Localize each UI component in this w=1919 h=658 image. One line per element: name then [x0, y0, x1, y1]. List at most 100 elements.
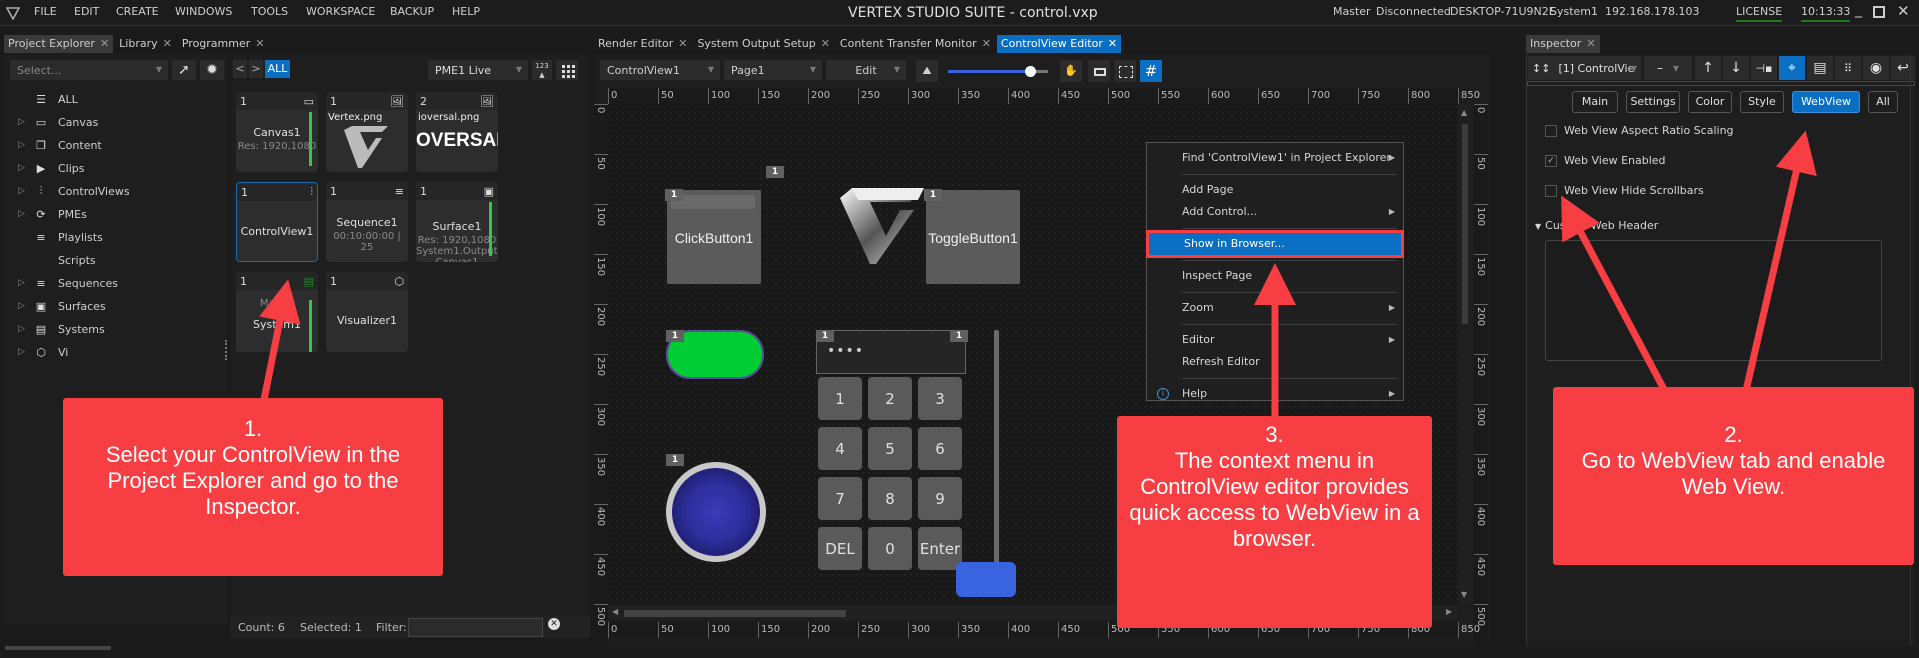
expand-arrow-icon[interactable]: ▷	[18, 301, 32, 311]
context-menu-item[interactable]: Zoom ▶	[1147, 297, 1403, 319]
checkbox[interactable]: ✓	[1545, 154, 1557, 167]
menu-backup[interactable]: BACKUP	[390, 5, 434, 18]
explorer-card[interactable]: 1 🖼 Vertex.png	[326, 92, 408, 172]
explorer-card[interactable]: 1 ▣ Surface1 Res: 1920,1080 System1.Output1…	[416, 182, 498, 262]
close-icon[interactable]: ✕	[982, 37, 991, 50]
close-icon[interactable]: ✕	[1108, 37, 1117, 50]
fit-width-button[interactable]	[1088, 60, 1110, 82]
return-button[interactable]: ↩	[1891, 56, 1915, 80]
tree-item-all[interactable]: ☰ ALL	[18, 89, 78, 109]
tree-item-content[interactable]: ▷ ❐ Content	[18, 135, 102, 155]
tab-controlview-editor[interactable]: ControlView Editor ✕	[996, 35, 1122, 53]
zoom-slider[interactable]	[948, 66, 1048, 77]
page-select[interactable]: Page1 ▼	[724, 60, 822, 80]
tree-item-systems[interactable]: ▷ ▤ Systems	[18, 319, 105, 339]
keypad-key[interactable]: 1	[818, 377, 862, 420]
target-button[interactable]: ⌖	[1779, 56, 1805, 80]
expand-arrow-icon[interactable]: ▷	[18, 209, 32, 219]
context-menu-item[interactable]: Add Page	[1147, 179, 1403, 201]
license-button[interactable]: LICENSE	[1736, 5, 1783, 22]
expand-arrow-icon[interactable]: ▷	[18, 186, 32, 196]
tree-item-playlists[interactable]: ≡ Playlists	[18, 227, 102, 247]
close-window-button[interactable]: ✕	[1897, 2, 1910, 20]
keypad-key[interactable]: 3	[918, 377, 962, 420]
keypad-key[interactable]: 6	[918, 427, 962, 470]
left-h-scrollbar[interactable]	[5, 646, 111, 650]
expand-arrow-icon[interactable]: ▷	[18, 163, 32, 173]
keypad-key[interactable]: 8	[868, 477, 912, 520]
close-icon[interactable]: ✕	[1586, 37, 1595, 50]
pointer-tool-button[interactable]: ➚	[172, 60, 196, 80]
inspector-object-select[interactable]: ↕↕ [1] ControlVie ▼	[1528, 56, 1641, 80]
menu-help[interactable]: HELP	[452, 5, 480, 18]
scroll-left-icon[interactable]: ◀	[612, 607, 618, 616]
scroll-down-icon[interactable]: ▼	[1461, 590, 1467, 599]
scroll-right-icon[interactable]: ▶	[1446, 607, 1452, 616]
password-field-control[interactable]: ••••	[816, 330, 966, 374]
grid-toggle-button[interactable]: #	[1140, 60, 1162, 82]
context-menu-item[interactable]: Show in Browser...	[1146, 230, 1404, 258]
keypad-key[interactable]: 9	[918, 477, 962, 520]
tab-library[interactable]: Library ✕	[115, 35, 176, 53]
controlview-select[interactable]: ControlView1 ▼	[600, 60, 720, 80]
tree-item-clips[interactable]: ▷ ▶ Clips	[18, 158, 85, 178]
tree-item-sequences[interactable]: ▷ ≡ Sequences	[18, 273, 118, 293]
mode-select[interactable]: Edit ▼	[826, 60, 906, 80]
clear-filter-icon[interactable]: ✕	[548, 618, 560, 630]
context-menu-item[interactable]: i Help ▶	[1147, 383, 1403, 405]
context-menu-item[interactable]: Refresh Editor	[1147, 351, 1403, 373]
filter-input[interactable]	[408, 618, 543, 637]
inspector-tab-style[interactable]: Style	[1740, 91, 1784, 113]
checkbox[interactable]	[1545, 124, 1557, 137]
tree-item-scripts[interactable]: Scripts	[18, 250, 96, 270]
explorer-card[interactable]: 1 ⫶ ControlView1	[236, 182, 318, 262]
tree-item-pmes[interactable]: ▷ ⟳ PMEs	[18, 204, 87, 224]
keypad-key[interactable]: 7	[818, 477, 862, 520]
inspector-tab-main[interactable]: Main	[1572, 91, 1618, 113]
grid-view-button[interactable]	[556, 60, 578, 80]
inspector-tab-color[interactable]: Color	[1688, 91, 1732, 113]
background-image-button[interactable]: ⛰	[916, 60, 938, 82]
expand-arrow-icon[interactable]: ▷	[18, 140, 32, 150]
explorer-card[interactable]: 1 ⬡ Visualizer1	[326, 272, 408, 352]
keypad-key[interactable]: Enter	[918, 527, 962, 570]
move-down-button[interactable]: ↓	[1723, 56, 1749, 80]
expand-arrow-icon[interactable]: ▷	[18, 278, 32, 288]
v-scroll-thumb[interactable]	[1462, 124, 1468, 324]
custom-web-header-section[interactable]: ▼ Custom Web Header	[1535, 219, 1658, 232]
expand-arrow-icon[interactable]: ▷	[18, 117, 32, 127]
keypad-key[interactable]: 4	[818, 427, 862, 470]
menu-windows[interactable]: WINDOWS	[175, 5, 232, 18]
keypad-key[interactable]: 0	[868, 527, 912, 570]
hand-tool-button[interactable]: ✋	[1060, 60, 1082, 82]
tab-programmer[interactable]: Programmer ✕	[178, 35, 269, 53]
nav-next-button[interactable]: >	[249, 60, 263, 78]
tab-project-explorer[interactable]: Project Explorer ✕	[4, 35, 114, 53]
fit-screen-button[interactable]	[1114, 60, 1136, 82]
tab-content-transfer-monitor[interactable]: Content Transfer Monitor ✕	[836, 35, 995, 53]
fader-handle[interactable]	[956, 562, 1016, 597]
expand-arrow-icon[interactable]: ▷	[18, 347, 32, 357]
tree-item-vi[interactable]: ▷ ⬡ Vi	[18, 342, 68, 362]
close-icon[interactable]: ✕	[678, 37, 687, 50]
zoom-slider-thumb[interactable]	[1025, 66, 1036, 77]
inspector-tab-all[interactable]: All	[1868, 91, 1898, 113]
menu-tools[interactable]: TOOLS	[251, 5, 288, 18]
keypad-key[interactable]: 2	[868, 377, 912, 420]
click-button-control[interactable]: ClickButton1	[667, 190, 761, 284]
context-menu-item[interactable]: Editor ▶	[1147, 329, 1403, 351]
keypad-key[interactable]: 5	[868, 427, 912, 470]
explorer-card[interactable]: 1 ▭ Canvas1 Res: 1920,1080	[236, 92, 318, 172]
menu-workspace[interactable]: WORKSPACE	[306, 5, 375, 18]
expand-arrow-icon[interactable]: ▷	[18, 324, 32, 334]
inspector-tab-webview[interactable]: WebView	[1792, 91, 1860, 113]
inspector-tab-settings[interactable]: Settings	[1626, 91, 1680, 113]
filter-all-button[interactable]: ALL	[265, 60, 290, 78]
sort-button[interactable]: 123 ▲	[532, 60, 552, 80]
h-scroll-thumb[interactable]	[624, 610, 846, 617]
menu-edit[interactable]: EDIT	[74, 5, 99, 18]
panel-button[interactable]: ▤	[1807, 56, 1833, 80]
context-menu-item[interactable]: Find 'ControlView1' in Project Explorer ▶	[1147, 147, 1403, 169]
context-menu-item[interactable]: Inspect Page	[1147, 265, 1403, 287]
move-up-button[interactable]: ↑	[1695, 56, 1721, 80]
